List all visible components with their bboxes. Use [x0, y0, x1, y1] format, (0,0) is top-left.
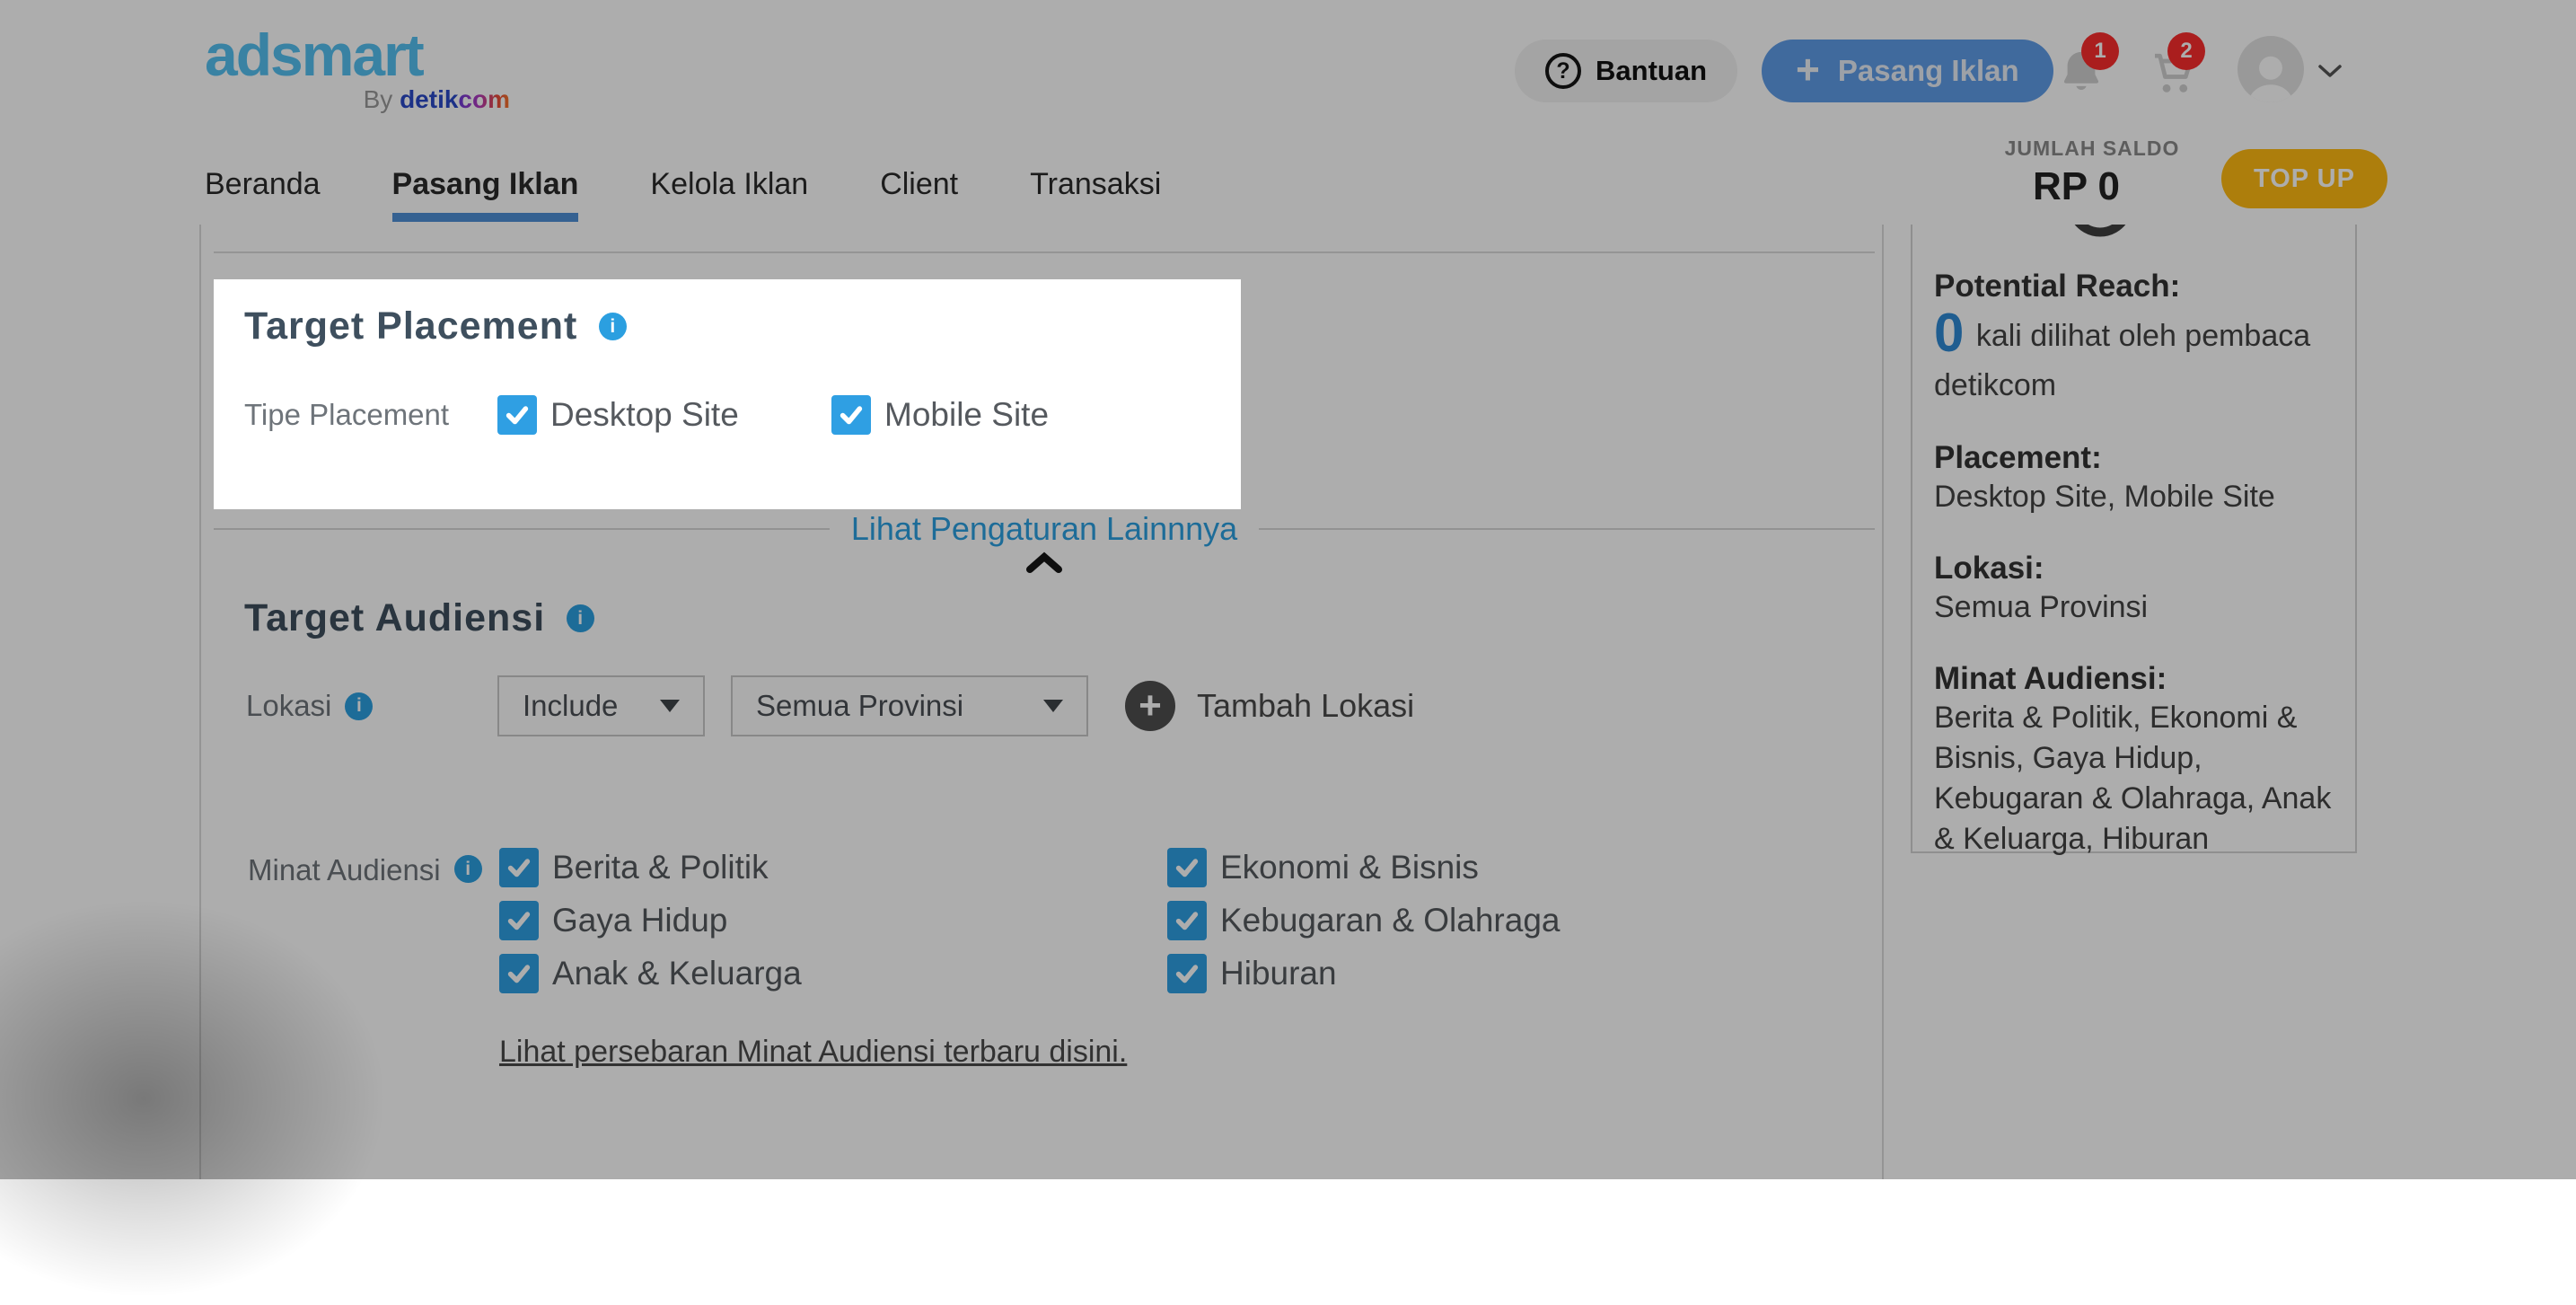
placement-option-label: Desktop Site: [550, 396, 739, 433]
placement-option-mobile: Mobile Site: [831, 395, 1049, 435]
info-icon[interactable]: i: [599, 313, 628, 340]
target-placement-spotlight: Target Placement i Tipe Placement Deskto…: [214, 279, 1241, 509]
placement-type-row: Tipe Placement Desktop Site Mobile Site: [244, 395, 1241, 435]
checkbox-checked[interactable]: [497, 395, 537, 435]
check-icon: [840, 406, 863, 425]
check-icon: [506, 406, 529, 425]
target-placement-title-text: Target Placement: [244, 304, 578, 348]
placement-type-label: Tipe Placement: [244, 398, 450, 431]
dim-overlay: [0, 0, 2576, 1179]
target-placement-title: Target Placement i: [244, 304, 1241, 348]
placement-option-desktop: Desktop Site: [497, 395, 831, 435]
checkbox-checked[interactable]: [831, 395, 871, 435]
placement-option-label: Mobile Site: [884, 396, 1050, 433]
